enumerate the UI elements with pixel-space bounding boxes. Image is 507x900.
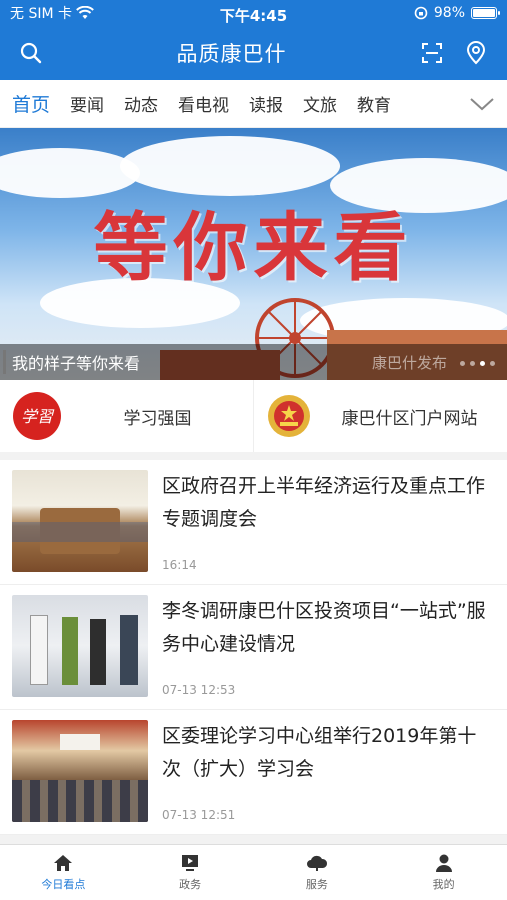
location-button[interactable]	[463, 40, 489, 66]
carousel-dot[interactable]	[470, 361, 475, 366]
news-body: 李冬调研康巴什区投资项目“一站式”服务中心建设情况 07-13 12:53	[148, 595, 495, 697]
banner-caption: 我的样子等你来看	[12, 354, 141, 373]
status-time: 下午4:45	[219, 7, 288, 25]
tab-newspaper[interactable]: 读报	[249, 91, 283, 116]
tv-icon	[182, 854, 199, 871]
nav-label: 服务	[305, 877, 328, 891]
carousel-dot[interactable]	[490, 361, 495, 366]
news-thumbnail	[12, 595, 148, 697]
cloud-icon	[306, 855, 327, 871]
scan-icon	[422, 43, 442, 63]
rotation-lock-icon	[414, 6, 428, 20]
banner-caption-bar: 我的样子等你来看 康巴什发布	[0, 344, 507, 380]
home-icon	[54, 854, 73, 871]
app-root: 无 SIM 卡 下午4:45 98% 品质康巴什 首页 要闻 动态 看电视 读报…	[0, 0, 507, 900]
news-list: 区政府召开上半年经济运行及重点工作专题调度会 16:14 李冬调研康巴什区投资项…	[0, 460, 507, 835]
national-emblem-icon	[268, 395, 310, 437]
channel-tabs: 首页 要闻 动态 看电视 读报 文旅 教育	[0, 80, 507, 128]
header-actions	[419, 40, 489, 66]
xuexi-logo-text: 学習	[21, 407, 55, 426]
status-right: 98%	[414, 5, 500, 21]
cloud-shape	[120, 136, 340, 196]
nav-label: 今日看点	[41, 877, 86, 891]
news-item[interactable]: 区委理论学习中心组举行2019年第十次（扩大）学习会 07-13 12:51	[0, 710, 507, 835]
news-title: 区政府召开上半年经济运行及重点工作专题调度会	[162, 475, 486, 530]
news-item[interactable]: 区政府召开上半年经济运行及重点工作专题调度会 16:14	[0, 460, 507, 585]
portal-site-link[interactable]: 康巴什区门户网站	[254, 380, 507, 452]
nav-today-highlights[interactable]: 今日看点	[0, 845, 127, 900]
search-icon	[20, 42, 42, 64]
battery-icon	[471, 7, 500, 19]
news-item[interactable]: 李冬调研康巴什区投资项目“一站式”服务中心建设情况 07-13 12:53	[0, 585, 507, 710]
news-thumbnail	[12, 470, 148, 572]
location-pin-icon	[466, 41, 486, 65]
banner-headline: 等你来看	[93, 205, 414, 291]
carousel-indicator	[460, 361, 495, 366]
quick-link-label: 学习强国	[123, 408, 192, 429]
carrier-label: 无 SIM 卡	[10, 6, 72, 22]
user-icon	[435, 854, 452, 872]
news-time: 16:14	[162, 558, 197, 572]
scan-button[interactable]	[419, 40, 445, 66]
battery-fill	[473, 9, 495, 17]
banner-watermark: 康巴什发布	[371, 353, 447, 372]
banner-carousel[interactable]: 等你来看 我的样子等你来看 康巴什发布	[0, 128, 507, 380]
app-header: 品质康巴什	[0, 26, 507, 80]
xuexi-qiangguo-link[interactable]: 学習 学习强国	[0, 380, 254, 452]
news-title: 李冬调研康巴什区投资项目“一站式”服务中心建设情况	[162, 600, 486, 655]
nav-label: 政务	[179, 877, 202, 891]
tab-updates[interactable]: 动态	[124, 91, 158, 116]
news-body: 区政府召开上半年经济运行及重点工作专题调度会 16:14	[148, 470, 495, 572]
quick-link-label: 康巴什区门户网站	[341, 408, 478, 429]
bottom-nav: 今日看点 政务 服务 我的	[0, 844, 507, 900]
chevron-down-icon	[470, 97, 494, 110]
tabs-expand-button[interactable]	[447, 80, 507, 127]
tab-culture-tourism[interactable]: 文旅	[303, 91, 337, 116]
news-thumbnail	[12, 720, 148, 822]
carousel-dot-active[interactable]	[480, 361, 485, 366]
page-title: 品质康巴什	[176, 42, 287, 66]
wifi-icon	[76, 6, 94, 19]
search-button[interactable]	[18, 40, 44, 66]
status-left: 无 SIM 卡	[10, 3, 94, 23]
tab-home[interactable]: 首页	[12, 90, 50, 117]
nav-me[interactable]: 我的	[380, 845, 507, 900]
tab-news[interactable]: 要闻	[70, 91, 104, 116]
nav-label: 我的	[432, 877, 455, 891]
tab-tv[interactable]: 看电视	[178, 91, 229, 116]
battery-percent: 98%	[433, 5, 465, 21]
news-time: 07-13 12:53	[162, 683, 236, 697]
tab-education[interactable]: 教育	[357, 91, 391, 116]
news-time: 07-13 12:51	[162, 808, 236, 822]
quick-links: 学習 学习强国 康巴什区门户网站	[0, 380, 507, 452]
xuexi-logo-icon: 学習	[13, 392, 61, 440]
news-title: 区委理论学习中心组举行2019年第十次（扩大）学习会	[162, 725, 477, 780]
status-bar: 无 SIM 卡 下午4:45 98%	[0, 0, 507, 26]
carousel-dot[interactable]	[460, 361, 465, 366]
news-body: 区委理论学习中心组举行2019年第十次（扩大）学习会 07-13 12:51	[148, 720, 495, 822]
nav-government[interactable]: 政务	[127, 845, 254, 900]
nav-services[interactable]: 服务	[254, 845, 381, 900]
